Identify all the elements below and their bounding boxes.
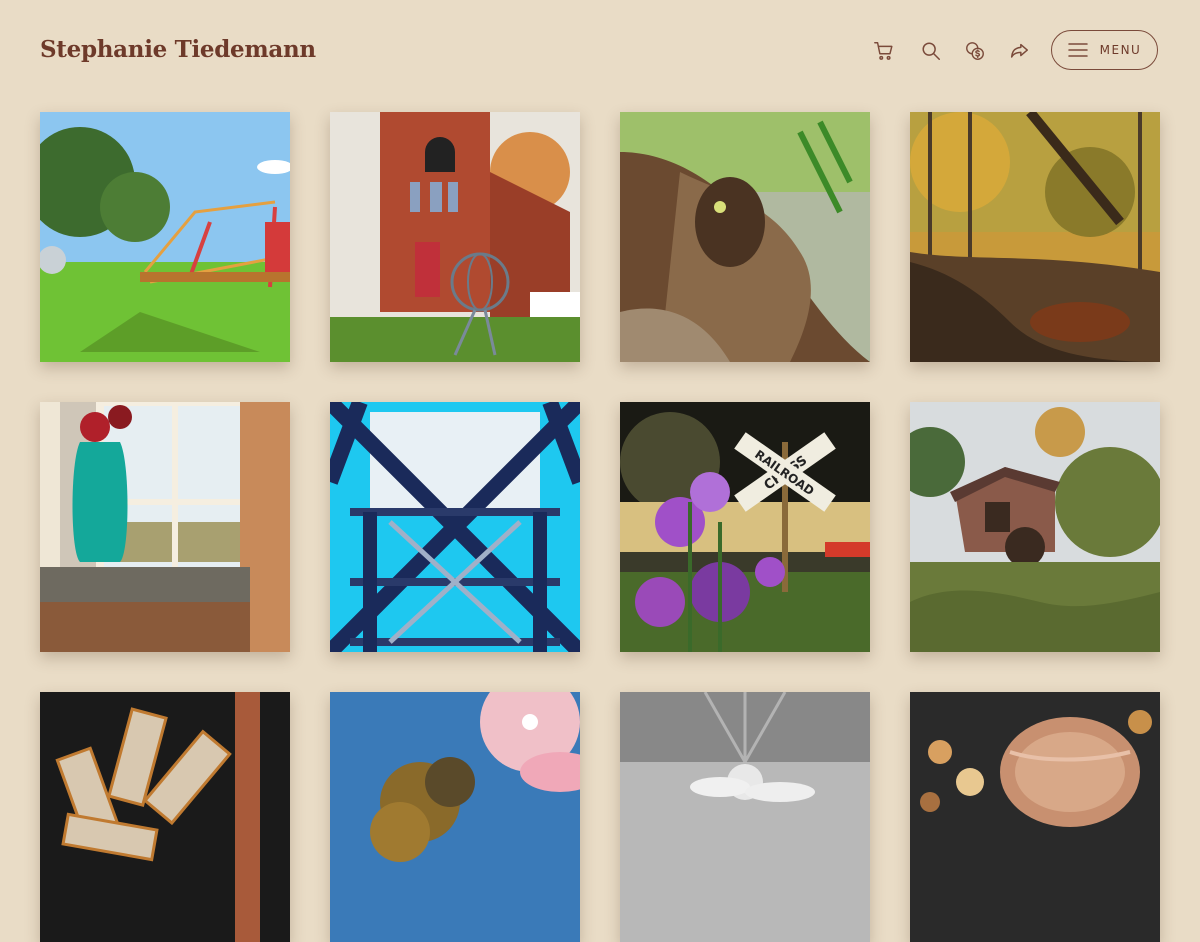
photo-steel-bridge[interactable] [330,402,580,652]
photo-window-vase[interactable] [40,402,290,652]
menu-icon [1067,43,1088,57]
photo-playground[interactable] [40,112,290,362]
site-header: Stephanie Tiedemann MENU [0,0,1200,104]
photo-brick-church[interactable] [330,112,580,362]
menu-button[interactable]: MENU [1051,30,1158,70]
photo-old-mill[interactable] [910,402,1160,652]
cart-icon[interactable] [869,36,899,66]
menu-label: MENU [1099,43,1142,57]
photo-autumn-creek[interactable] [910,112,1160,362]
photo-bw-sky[interactable] [620,692,870,942]
photo-railroad-crossing[interactable]: CROSS RAILROAD [620,402,870,652]
search-icon[interactable] [916,36,946,66]
photo-rusty-windmill[interactable] [40,692,290,942]
site-title[interactable]: Stephanie Tiedemann [40,36,316,63]
currency-icon[interactable] [960,36,990,66]
photo-tree-stump[interactable] [620,112,870,362]
photo-shell[interactable] [910,692,1160,942]
share-icon[interactable] [1004,36,1034,66]
photo-sunset-tree[interactable] [330,692,580,942]
